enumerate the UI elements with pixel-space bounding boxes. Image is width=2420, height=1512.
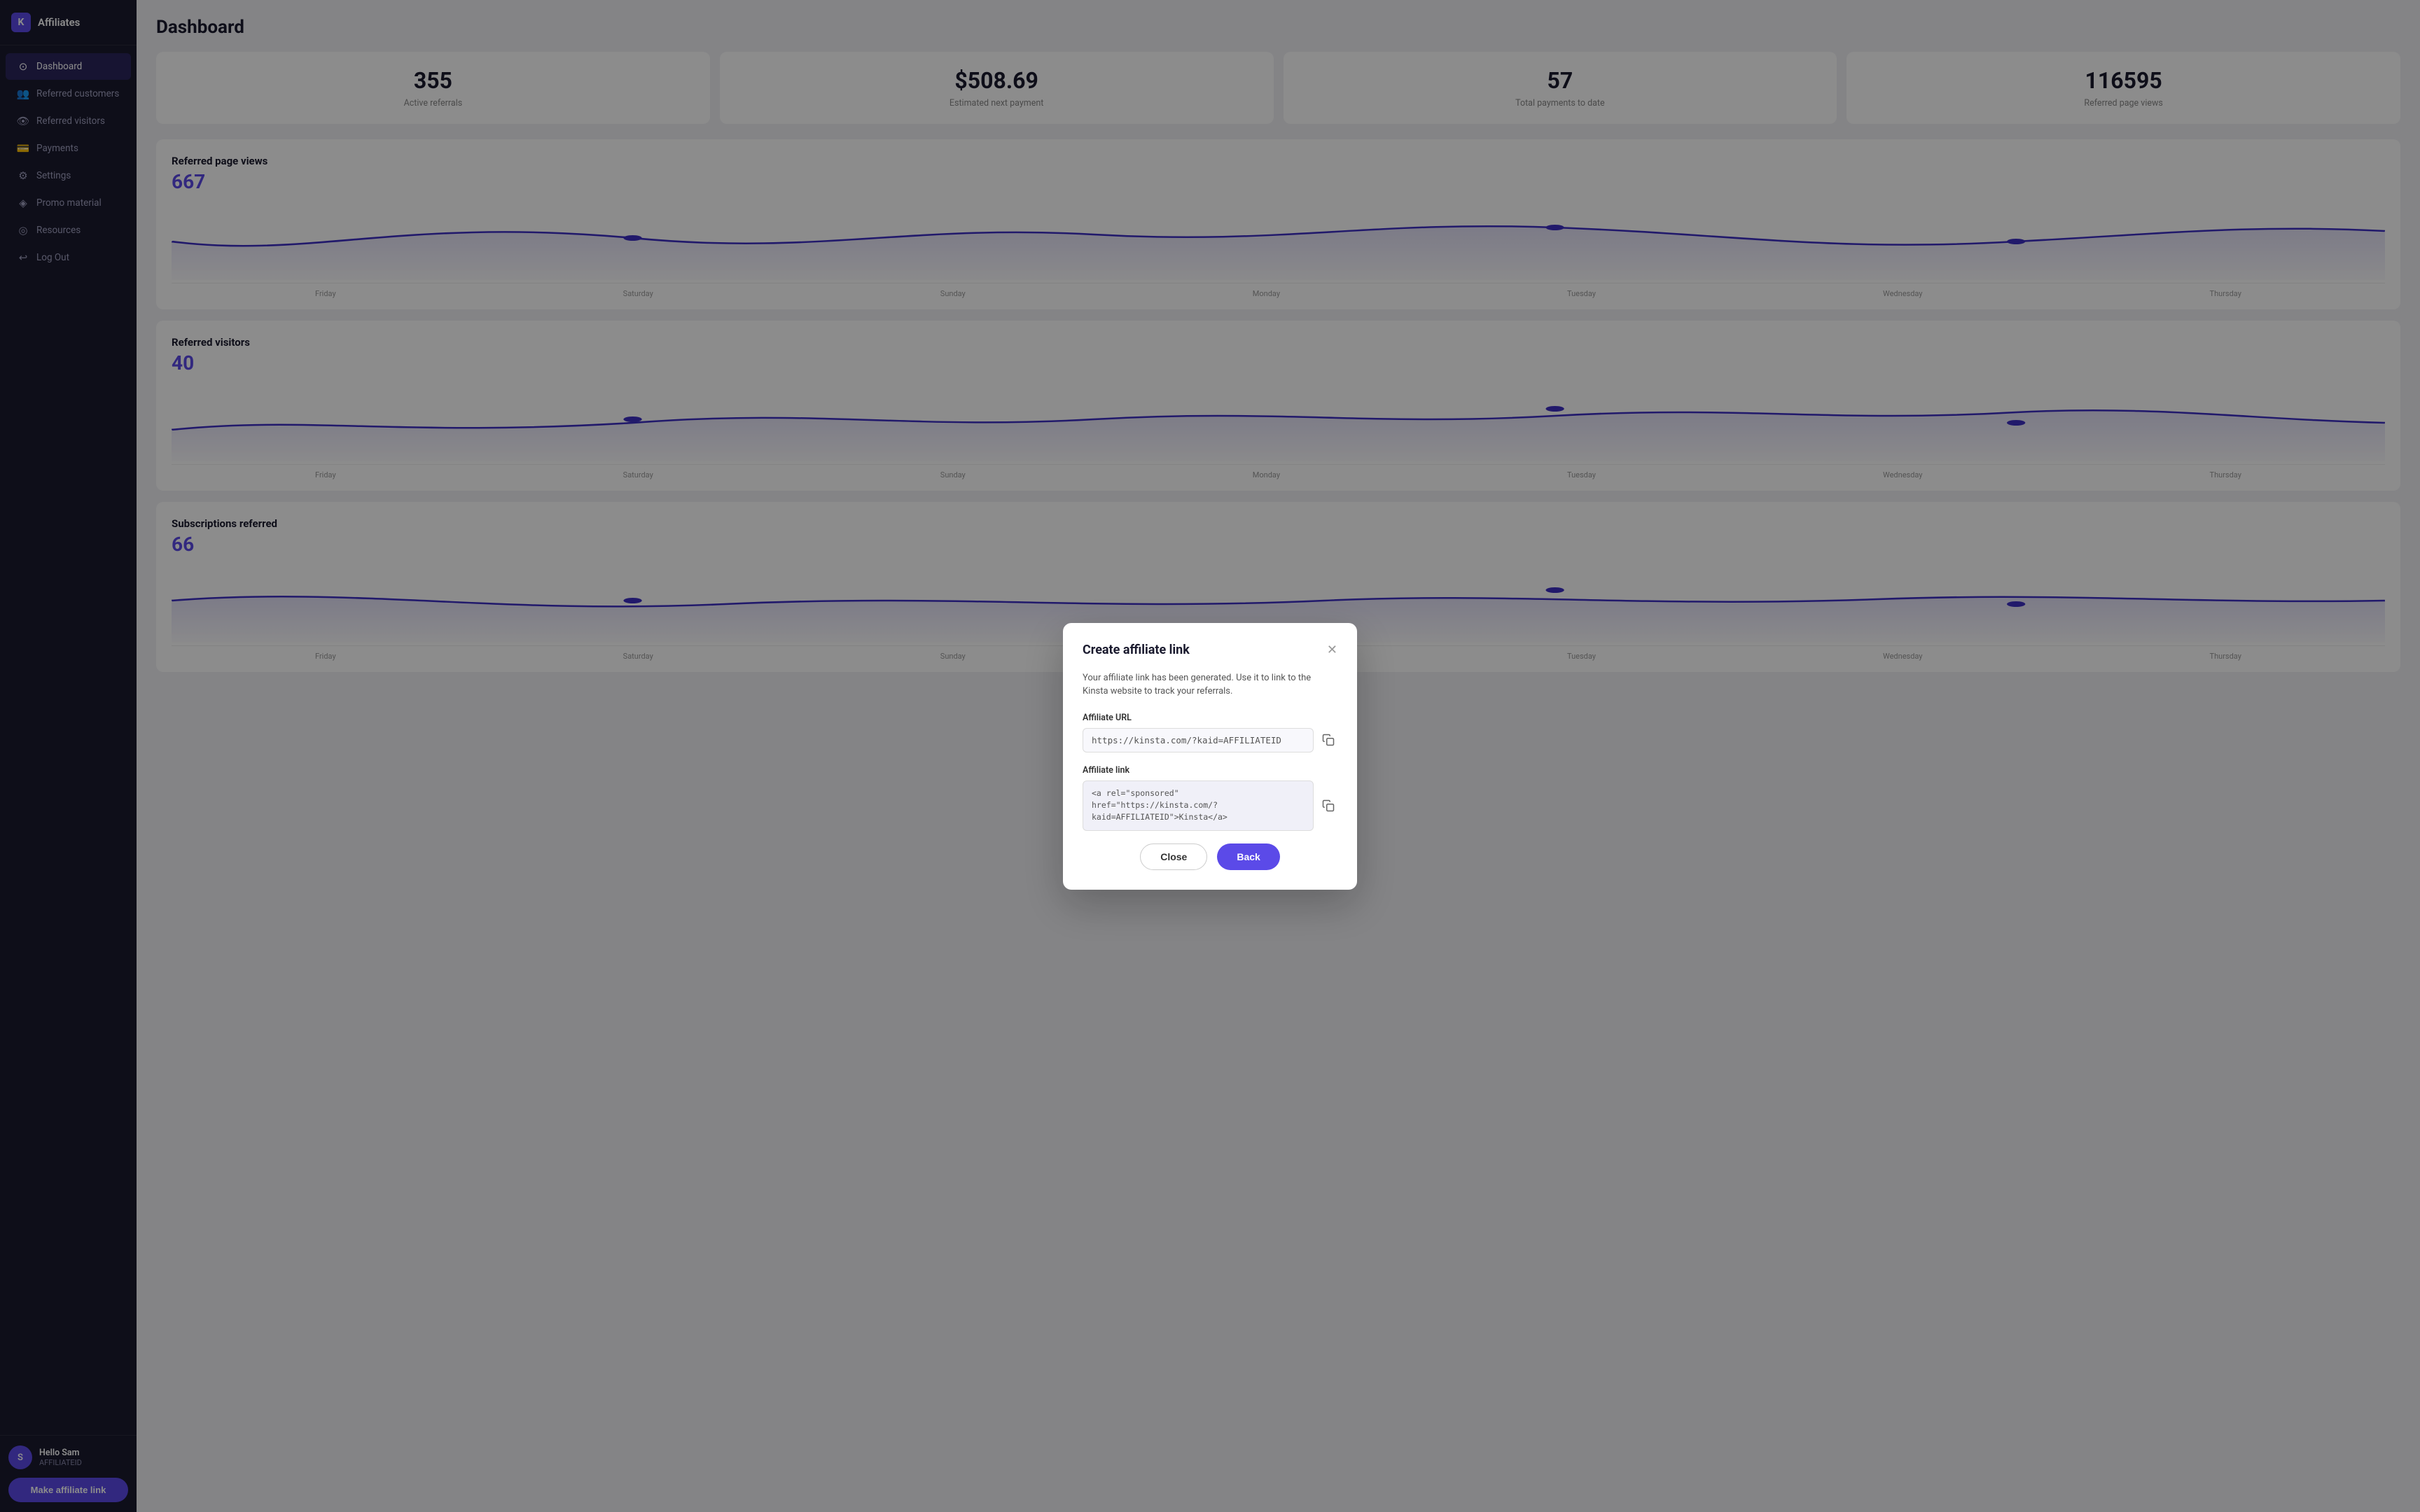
- modal: Create affiliate link ✕ Your affiliate l…: [1063, 623, 1357, 890]
- affiliate-link-row: [1083, 780, 1337, 831]
- back-button[interactable]: Back: [1217, 844, 1279, 870]
- modal-overlay[interactable]: Create affiliate link ✕ Your affiliate l…: [0, 0, 2420, 1512]
- modal-close-button[interactable]: ✕: [1327, 643, 1337, 656]
- affiliate-url-row: [1083, 728, 1337, 752]
- modal-header: Create affiliate link ✕: [1083, 643, 1337, 657]
- affiliate-link-textarea[interactable]: [1083, 780, 1314, 831]
- modal-description: Your affiliate link has been generated. …: [1083, 671, 1337, 699]
- modal-title: Create affiliate link: [1083, 643, 1190, 657]
- close-button[interactable]: Close: [1140, 844, 1207, 870]
- affiliate-url-label: Affiliate URL: [1083, 713, 1337, 723]
- affiliate-link-label: Affiliate link: [1083, 765, 1337, 776]
- modal-footer: Close Back: [1083, 844, 1337, 870]
- copy-url-button[interactable]: [1319, 731, 1337, 749]
- copy-link-button[interactable]: [1319, 797, 1337, 815]
- affiliate-url-input[interactable]: [1083, 728, 1314, 752]
